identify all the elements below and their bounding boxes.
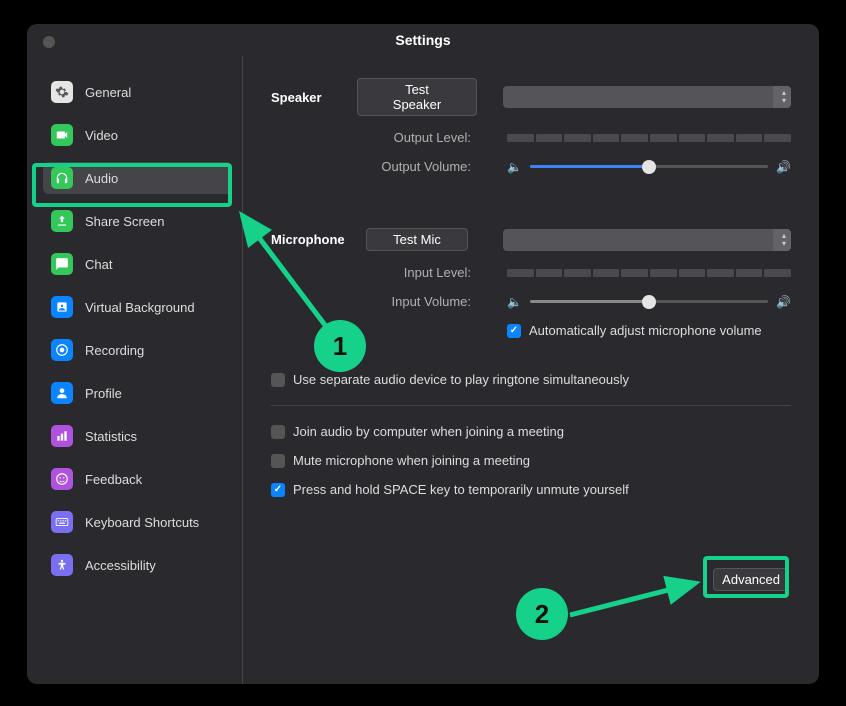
test-mic-button[interactable]: Test Mic [366,228,468,251]
sidebar-item-chat[interactable]: Chat [43,248,232,280]
profile-icon [51,382,73,404]
feedback-icon [51,468,73,490]
sidebar-item-share-screen[interactable]: Share Screen [43,205,232,237]
separate-ringtone-checkbox[interactable] [271,373,285,387]
output-volume-slider[interactable] [530,165,768,168]
speaker-label: Speaker [271,90,357,105]
titlebar: Settings [27,24,819,56]
record-icon [51,339,73,361]
sidebar-item-label: Accessibility [85,558,156,573]
chevron-updown-icon: ▴▾ [782,232,786,248]
chat-icon [51,253,73,275]
window-title: Settings [395,32,450,48]
output-level-label: Output Level: [271,130,481,145]
volume-low-icon: 🔈 [507,160,522,174]
sidebar-item-audio[interactable]: Audio [43,162,232,194]
sidebar-item-label: Recording [85,343,144,358]
chevron-updown-icon: ▴▾ [782,89,786,105]
sidebar-item-accessibility[interactable]: Accessibility [43,549,232,581]
divider [271,405,791,406]
sidebar-item-label: Video [85,128,118,143]
input-level-label: Input Level: [271,265,481,280]
advanced-button[interactable]: Advanced [713,568,789,591]
sidebar-item-label: Virtual Background [85,300,195,315]
stats-icon [51,425,73,447]
sidebar-item-label: General [85,85,131,100]
auto-adjust-label: Automatically adjust microphone volume [529,323,762,338]
sidebar-item-profile[interactable]: Profile [43,377,232,409]
volume-high-icon: 🔊 [776,160,791,174]
sidebar-item-label: Share Screen [85,214,165,229]
volume-high-icon: 🔊 [776,295,791,309]
microphone-label: Microphone [271,232,357,247]
mute-on-join-checkbox[interactable] [271,454,285,468]
sidebar-item-label: Profile [85,386,122,401]
auto-adjust-checkbox[interactable] [507,324,521,338]
traffic-light-close[interactable] [43,36,55,48]
output-volume-label: Output Volume: [271,159,481,174]
space-unmute-checkbox[interactable] [271,483,285,497]
window-body: General Video Audio Share Screen Chat Virtual… [27,56,819,684]
sidebar-item-video[interactable]: Video [43,119,232,151]
separate-ringtone-label: Use separate audio device to play ringto… [293,372,629,387]
mic-device-dropdown[interactable]: ▴▾ [503,229,791,251]
sidebar-item-general[interactable]: General [43,76,232,108]
sidebar: General Video Audio Share Screen Chat Virtual… [27,56,243,684]
gear-icon [51,81,73,103]
sidebar-item-statistics[interactable]: Statistics [43,420,232,452]
mute-on-join-label: Mute microphone when joining a meeting [293,453,530,468]
volume-low-icon: 🔈 [507,295,522,309]
sidebar-item-label: Audio [85,171,118,186]
join-audio-label: Join audio by computer when joining a me… [293,424,564,439]
share-icon [51,210,73,232]
sidebar-item-recording[interactable]: Recording [43,334,232,366]
settings-window: Settings General Video Audio Share Screen Ch… [27,24,819,684]
video-icon [51,124,73,146]
output-level-meter [507,134,791,142]
content-pane: Speaker Test Speaker ▴▾ Output Level: Ou… [243,56,819,684]
sidebar-item-feedback[interactable]: Feedback [43,463,232,495]
space-unmute-label: Press and hold SPACE key to temporarily … [293,482,629,497]
test-speaker-button[interactable]: Test Speaker [357,78,477,116]
sidebar-item-label: Chat [85,257,112,272]
input-level-meter [507,269,791,277]
join-audio-checkbox[interactable] [271,425,285,439]
sidebar-item-keyboard[interactable]: Keyboard Shortcuts [43,506,232,538]
accessibility-icon [51,554,73,576]
sidebar-item-virtual-bg[interactable]: Virtual Background [43,291,232,323]
sidebar-item-label: Keyboard Shortcuts [85,515,199,530]
keyboard-icon [51,511,73,533]
sidebar-item-label: Feedback [85,472,142,487]
input-volume-label: Input Volume: [271,294,481,309]
input-volume-slider[interactable] [530,300,768,303]
speaker-device-dropdown[interactable]: ▴▾ [503,86,791,108]
bg-icon [51,296,73,318]
sidebar-item-label: Statistics [85,429,137,444]
headphones-icon [51,167,73,189]
